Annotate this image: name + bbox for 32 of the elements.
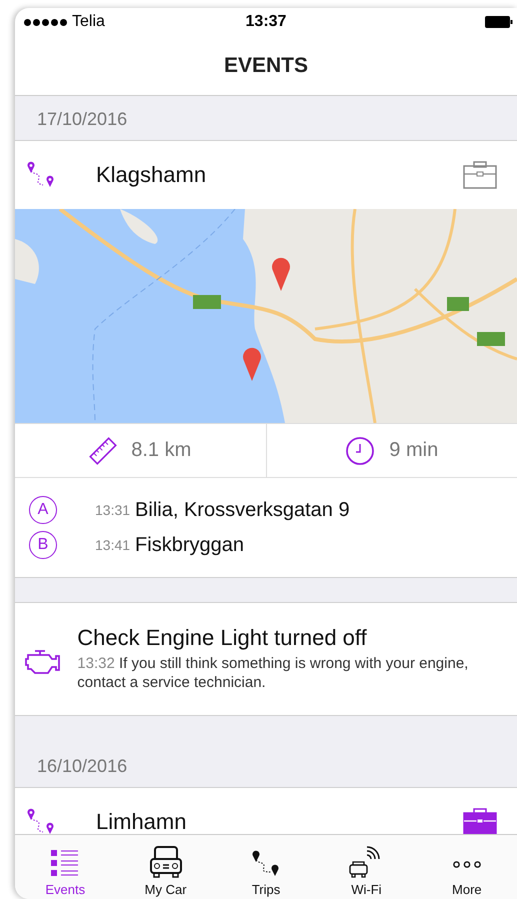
briefcase-icon[interactable] <box>463 161 497 189</box>
battery-icon <box>485 16 513 28</box>
duration-text: 9 min <box>389 439 438 462</box>
list-icon <box>50 849 80 879</box>
car-icon <box>148 845 184 879</box>
stop-place: Fiskbryggan <box>135 534 244 556</box>
stop-time: 13:41 <box>95 537 130 553</box>
tab-item[interactable]: My Car <box>115 835 216 899</box>
engine-icon <box>25 649 61 675</box>
tab-item[interactable]: Events <box>15 835 116 899</box>
tab-item[interactable]: Wi-Fi <box>316 835 417 899</box>
stop-place: Bilia, Krossverksgatan 9 <box>135 498 350 522</box>
status-time: 13:37 <box>246 13 286 31</box>
stop-marker: A <box>29 496 57 524</box>
trip-title: Limhamn <box>96 808 188 834</box>
briefcase-icon[interactable] <box>463 808 497 834</box>
trip-card[interactable]: Klagshamn 8.1 km 9 min A 13:31 Bilia, Krossverksgatan 9 B 13:41 Fiskbryggan <box>15 141 517 578</box>
stop-time: 13:31 <box>95 502 130 518</box>
ruler-icon <box>89 436 118 464</box>
distance-text: 8.1 km <box>131 439 192 462</box>
more-icon <box>452 861 481 868</box>
alert-title: Check Engine Light turned off <box>77 625 368 651</box>
trip-card[interactable]: Limhamn <box>15 788 517 834</box>
tab-item[interactable]: More <box>416 835 517 899</box>
alert-message: 13:32 If you still think something is wrong with your engine, contact a service technician. <box>77 655 470 692</box>
trip-title: Klagshamn <box>96 162 208 188</box>
carrier-name: Telia <box>72 13 105 31</box>
signal-icon <box>24 18 67 26</box>
clock-icon <box>345 436 376 466</box>
tab-item[interactable]: Trips <box>216 835 316 899</box>
stop-marker: B <box>29 531 57 559</box>
screen-title: EVENTS <box>224 54 308 78</box>
